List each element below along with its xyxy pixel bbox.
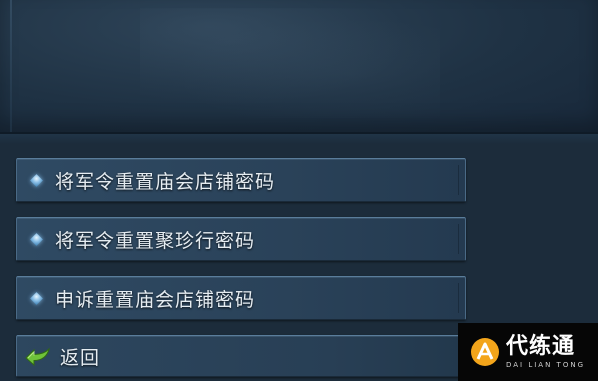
faded-header-art [140,8,440,118]
watermark-badge: 代练通 DAI LIAN TONG [458,323,598,381]
diamond-bullet-icon [30,291,43,305]
option-appeal-reset-temple-fair-shop-password[interactable]: 申诉重置庙会店铺密码 [16,276,466,320]
watermark-subtitle: DAI LIAN TONG [506,361,586,369]
option-general-reset-temple-fair-shop-password[interactable]: 将军令重置庙会店铺密码 [16,158,466,202]
back-label: 返回 [60,346,101,369]
option-menu: 将军令重置庙会店铺密码 将军令重置聚珍行密码 申诉重置庙会店铺密码 返回 [16,158,466,377]
diamond-bullet-icon [30,232,43,246]
diamond-bullet-icon [30,173,43,187]
back-button[interactable]: 返回 [16,335,466,377]
dailiantong-logo-icon [471,338,499,366]
watermark-name: 代练通 [506,334,576,359]
option-label: 将军令重置聚珍行密码 [55,229,256,252]
dialog-header-panel [0,0,598,134]
panel-separator [0,134,598,144]
option-general-reset-treasure-house-password[interactable]: 将军令重置聚珍行密码 [16,217,466,261]
back-arrow-icon [25,347,50,366]
option-label: 申诉重置庙会店铺密码 [55,288,256,311]
option-label: 将军令重置庙会店铺密码 [55,170,276,193]
